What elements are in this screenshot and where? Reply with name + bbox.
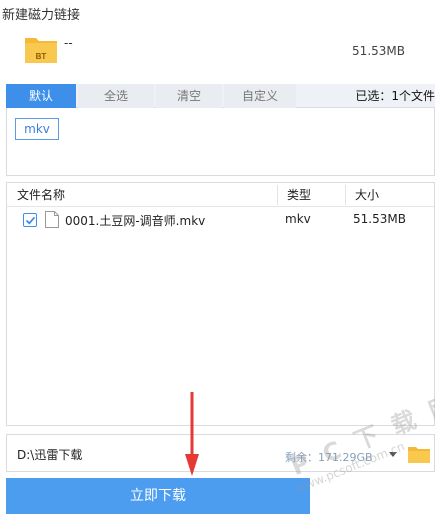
save-path-field[interactable]: D:\迅雷下载 剩余：171.29GB [6,434,435,472]
file-type-cell: mkv [285,212,311,226]
tab-clear[interactable]: 清空 [156,84,222,108]
column-header-type[interactable]: 类型 [287,183,311,207]
folder-icon[interactable] [407,444,431,464]
column-header-size[interactable]: 大小 [355,183,379,207]
file-list-header: 文件名称 类型 大小 [7,183,434,207]
column-divider[interactable] [345,185,346,205]
file-name-cell: 0001.土豆网-调音师.mkv [65,214,206,228]
file-size-cell: 51.53MB [353,212,406,226]
chevron-down-icon[interactable] [389,452,397,457]
extension-filter-panel: mkv [6,108,435,176]
file-row[interactable]: 0001.土豆网-调音师.mkv mkv 51.53MB [7,209,434,231]
column-header-name[interactable]: 文件名称 [17,183,65,207]
tab-select-all[interactable]: 全选 [78,84,154,108]
bt-folder-icon: BT [25,38,57,63]
torrent-total-size: 51.53MB [352,44,405,58]
file-list: 文件名称 类型 大小 0001.土豆网-调音师.mkv mkv 51.53MB [6,182,435,426]
file-icon [45,211,59,228]
file-checkbox[interactable] [23,213,37,227]
tab-custom[interactable]: 自定义 [224,84,296,108]
selected-count: 已选：1个文件 [355,89,435,103]
extension-tag-mkv[interactable]: mkv [15,118,59,140]
save-path-value: D:\迅雷下载 [17,448,83,462]
column-divider[interactable] [277,185,278,205]
free-space-label: 剩余：171.29GB [285,451,373,464]
tab-default[interactable]: 默认 [6,84,76,108]
dialog-title: 新建磁力链接 [2,8,81,23]
svg-text:BT: BT [36,52,47,61]
torrent-name: -- [64,36,73,50]
selection-tabs: 默认 全选 清空 自定义 已选：1个文件 [6,84,435,108]
download-now-button[interactable]: 立即下载 [6,478,310,514]
check-icon [25,216,36,225]
